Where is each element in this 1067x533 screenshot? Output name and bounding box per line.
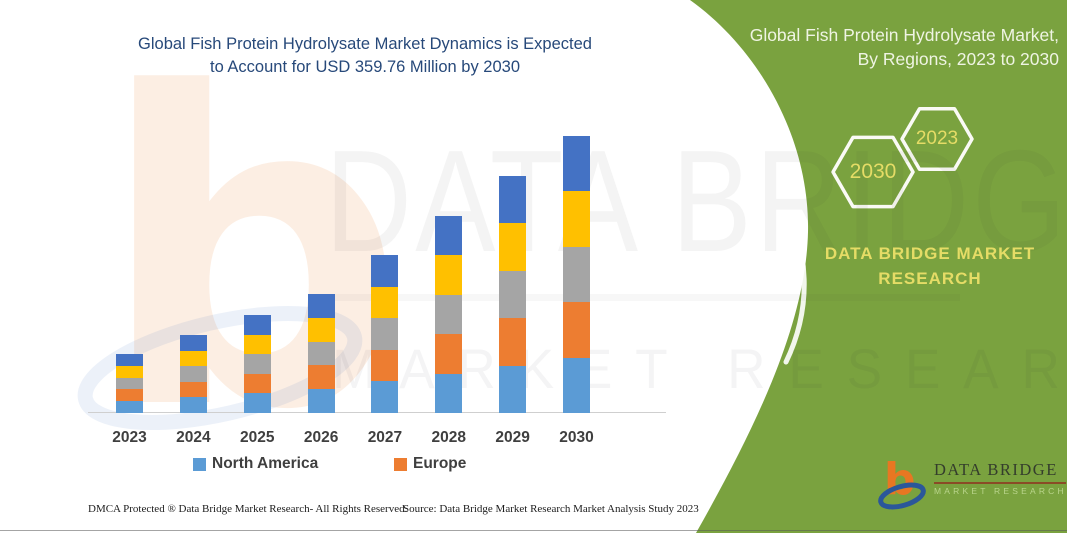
bar-segment (244, 393, 271, 413)
svg-text:b: b (884, 454, 916, 505)
legend-item-europe: Europe (394, 455, 466, 473)
legend-item-north-america: North America (193, 455, 318, 473)
stacked-bar-2023 (116, 354, 143, 413)
stacked-bar-2027 (371, 255, 398, 413)
stacked-bar-2026 (308, 294, 335, 413)
x-axis-label: 2028 (419, 429, 479, 447)
bar-segment (563, 136, 590, 191)
bar-segment (371, 318, 398, 350)
bar-segment (244, 315, 271, 335)
panel-brand-line2: RESEARCH (795, 266, 1065, 291)
bar-segment (563, 247, 590, 302)
bar-segment (244, 354, 271, 374)
panel-brand-line1: DATA BRIDGE MARKET (795, 241, 1065, 266)
bar-segment (308, 294, 335, 318)
bar-segment (371, 255, 398, 287)
logo-name: DATA BRIDGE (934, 460, 1067, 480)
stacked-bar-2029 (499, 176, 526, 413)
bar-segment (435, 295, 462, 334)
bar-segment (116, 401, 143, 413)
panel-heading: Global Fish Protein Hydrolysate Market, … (689, 23, 1059, 71)
bar-segment (499, 318, 526, 365)
bar-segment (308, 342, 335, 366)
x-axis-label: 2023 (100, 429, 160, 447)
legend-label-north-america: North America (212, 455, 318, 473)
legend-label-europe: Europe (413, 455, 466, 473)
bar-segment (435, 216, 462, 255)
bar-segment (116, 389, 143, 401)
logo-text-block: DATA BRIDGE MARKET RESEARCH (934, 460, 1067, 512)
bar-segment (371, 350, 398, 382)
logo-b-icon: b (878, 450, 928, 510)
bar-segment (371, 381, 398, 413)
bar-segment (244, 335, 271, 355)
data-bridge-logo: b DATA BRIDGE MARKET RESEARCH (878, 450, 1067, 512)
bottom-border-line (0, 530, 1067, 531)
bar-segment (180, 397, 207, 413)
bar-segment (499, 271, 526, 318)
panel-heading-line2: By Regions, 2023 to 2030 (689, 47, 1059, 71)
footer-source: Source: Data Bridge Market Research Mark… (403, 503, 699, 515)
bar-segment (499, 366, 526, 413)
bar-segment (435, 255, 462, 294)
bar-segment (308, 365, 335, 389)
bar-segment (563, 302, 590, 357)
legend-swatch-north-america (193, 458, 206, 471)
panel-brand-text: DATA BRIDGE MARKET RESEARCH (795, 241, 1065, 291)
bar-segment (116, 354, 143, 366)
bar-segment (244, 374, 271, 394)
stacked-bar-2024 (180, 335, 207, 413)
bar-segment (435, 334, 462, 373)
logo-divider (934, 482, 1066, 484)
stacked-bar-2028 (435, 216, 462, 413)
x-axis-label: 2027 (355, 429, 415, 447)
x-axis-label: 2026 (291, 429, 351, 447)
x-axis-label: 2025 (227, 429, 287, 447)
bar-segment (308, 389, 335, 413)
hexagon-year-2023: 2023 (902, 128, 972, 150)
footer-copyright: DMCA Protected ® Data Bridge Market Rese… (88, 503, 407, 515)
bar-segment (308, 318, 335, 342)
legend-swatch-europe (394, 458, 407, 471)
bar-segment (499, 176, 526, 223)
infographic-canvas: b DATA BRIDGE MARKET RESEARCH Global Fis… (0, 0, 1067, 533)
panel-heading-line1: Global Fish Protein Hydrolysate Market, (689, 23, 1059, 47)
bar-segment (563, 191, 590, 246)
bar-segment (499, 223, 526, 270)
x-axis-label: 2024 (163, 429, 223, 447)
bar-segment (371, 287, 398, 319)
bar-segment (180, 335, 207, 351)
x-axis-label: 2029 (483, 429, 543, 447)
bar-segment (180, 382, 207, 398)
bar-segment (116, 378, 143, 390)
stacked-bar-2025 (244, 315, 271, 413)
bar-segment (180, 366, 207, 382)
bar-segment (563, 358, 590, 413)
bar-segment (435, 374, 462, 413)
x-axis-label: 2030 (547, 429, 607, 447)
hexagon-year-2030: 2030 (833, 160, 913, 184)
stacked-bar-2030 (563, 136, 590, 413)
bar-segment (116, 366, 143, 378)
bar-segment (180, 351, 207, 367)
logo-tagline: MARKET RESEARCH (934, 486, 1067, 496)
